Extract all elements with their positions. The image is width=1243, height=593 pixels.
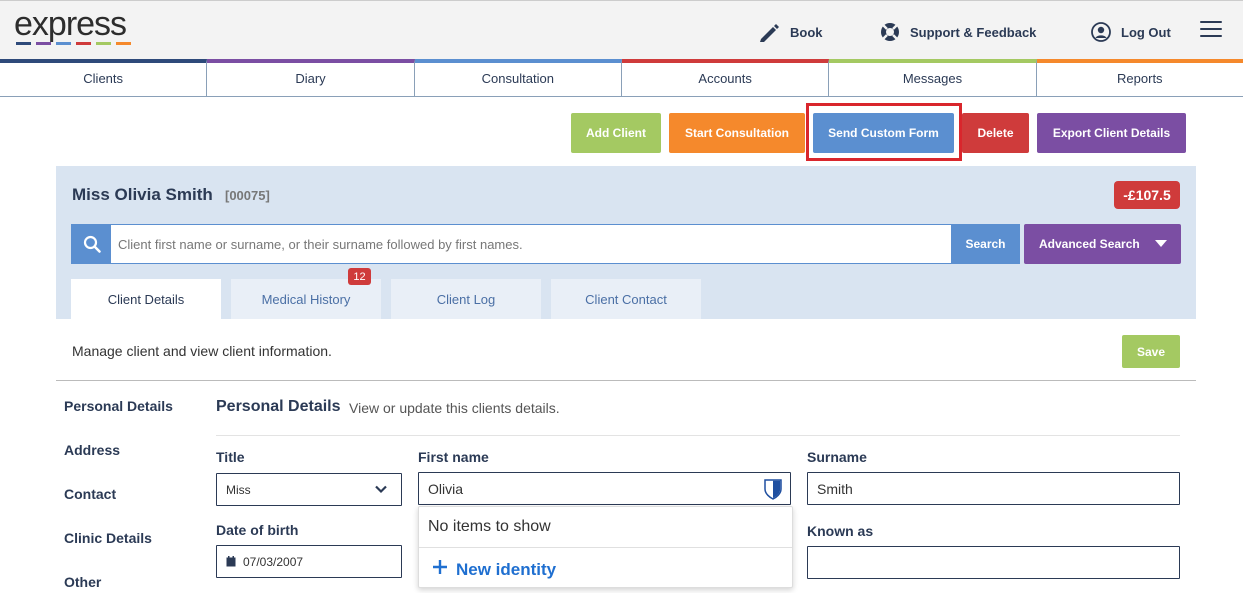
surname-field[interactable]: Smith <box>807 472 1180 505</box>
first-name-label: First name <box>418 449 489 465</box>
first-name-value: Olivia <box>428 480 464 497</box>
tab-client-log[interactable]: Client Log <box>391 279 541 319</box>
sidebar-item-address[interactable]: Address <box>64 442 120 458</box>
nav-tab-diary[interactable]: Diary <box>207 59 415 96</box>
first-name-field[interactable]: Olivia <box>418 472 791 505</box>
shield-icon[interactable] <box>764 478 782 503</box>
client-search-bar: Search <box>71 224 1020 264</box>
tab-client-contact[interactable]: Client Contact <box>551 279 701 319</box>
nav-tab-reports[interactable]: Reports <box>1036 59 1243 96</box>
title-select[interactable]: Miss <box>216 473 402 506</box>
manage-description: Manage client and view client informatio… <box>72 343 332 359</box>
search-button[interactable]: Search <box>951 225 1020 263</box>
new-identity-label: New identity <box>456 559 557 579</box>
hamburger-menu-icon[interactable] <box>1200 21 1222 39</box>
nav-tab-messages[interactable]: Messages <box>829 59 1037 96</box>
client-search-input[interactable] <box>111 225 951 263</box>
start-consultation-button[interactable]: Start Consultation <box>669 113 805 153</box>
sidebar-item-clinic-details[interactable]: Clinic Details <box>64 530 152 546</box>
surname-value: Smith <box>817 480 853 497</box>
user-circle-icon <box>1091 22 1111 42</box>
section-description: View or update this clients details. <box>349 400 560 416</box>
caret-down-icon <box>1155 240 1167 247</box>
advanced-search-button[interactable]: Advanced Search <box>1024 224 1181 264</box>
section-divider <box>216 435 1180 436</box>
search-icon[interactable] <box>72 225 111 263</box>
client-name: Miss Olivia Smith <box>72 185 213 204</box>
sidebar-item-contact[interactable]: Contact <box>64 486 116 502</box>
tab-medical-history[interactable]: Medical History <box>231 279 381 319</box>
identity-autofill-popup: No items to show New identity <box>418 506 793 588</box>
surname-label: Surname <box>807 449 867 465</box>
export-client-details-button[interactable]: Export Client Details <box>1037 113 1186 153</box>
pencil-icon <box>758 21 780 43</box>
support-label: Support & Feedback <box>910 24 1037 40</box>
new-identity-button[interactable]: New identity <box>431 558 556 581</box>
plus-icon <box>431 558 449 581</box>
divider <box>56 380 1196 381</box>
client-panel: Miss Olivia Smith [00075] -£107.5 Search… <box>56 166 1196 319</box>
section-title: Personal Details <box>216 398 341 415</box>
send-custom-form-button[interactable]: Send Custom Form <box>813 113 954 153</box>
logout-link[interactable]: Log Out <box>1091 20 1171 44</box>
app-header: express Book Support & Feedback Log Out <box>0 0 1243 59</box>
add-client-button[interactable]: Add Client <box>571 113 661 153</box>
nav-tab-consultation[interactable]: Consultation <box>414 59 622 96</box>
lifebuoy-icon <box>880 22 900 42</box>
save-button[interactable]: Save <box>1122 335 1180 368</box>
date-of-birth-value: 07/03/2007 <box>243 554 304 569</box>
popup-empty-text: No items to show <box>428 518 551 535</box>
client-id: [00075] <box>225 188 270 203</box>
logout-label: Log Out <box>1121 24 1171 40</box>
book-label: Book <box>790 24 823 40</box>
logo-text: express <box>14 5 127 43</box>
express-logo[interactable]: express <box>14 5 131 45</box>
popup-divider <box>419 547 792 548</box>
nav-tab-accounts[interactable]: Accounts <box>621 59 830 96</box>
nav-tab-clients[interactable]: Clients <box>0 59 208 96</box>
support-feedback-link[interactable]: Support & Feedback <box>880 20 1036 44</box>
main-nav: Clients Diary Consultation Accounts Mess… <box>0 59 1243 97</box>
sidebar-item-other[interactable]: Other <box>64 574 101 590</box>
calendar-icon <box>226 556 236 567</box>
date-of-birth-label: Date of birth <box>216 522 299 538</box>
chevron-down-icon <box>374 482 388 499</box>
medical-history-count-badge: 12 <box>348 268 371 285</box>
delete-button[interactable]: Delete <box>962 113 1029 153</box>
sidebar-item-personal-details[interactable]: Personal Details <box>64 398 173 414</box>
title-label: Title <box>216 449 245 465</box>
tab-client-details[interactable]: Client Details <box>71 279 221 319</box>
title-value: Miss <box>226 482 251 497</box>
advanced-search-label: Advanced Search <box>1039 237 1140 251</box>
balance-badge[interactable]: -£107.5 <box>1114 181 1180 209</box>
date-of-birth-field[interactable]: 07/03/2007 <box>216 545 402 578</box>
known-as-field[interactable] <box>807 546 1180 579</box>
book-link[interactable]: Book <box>758 20 823 44</box>
known-as-label: Known as <box>807 523 874 539</box>
